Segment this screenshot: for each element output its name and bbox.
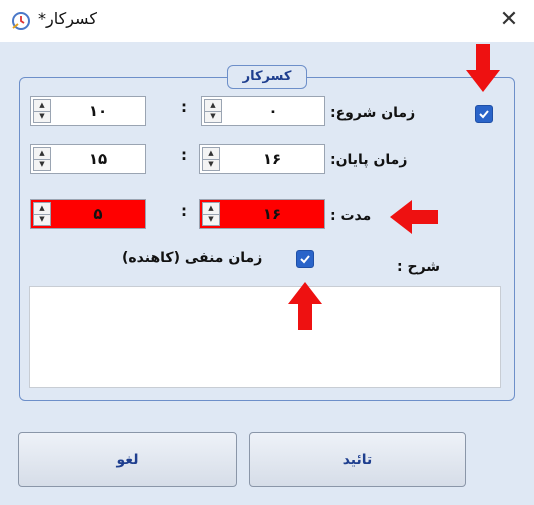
negative-time-checkbox[interactable] <box>296 250 314 268</box>
start-time-checkbox[interactable] <box>475 105 493 123</box>
start-hour-spinner[interactable]: ▲ ▼ ۰ <box>201 96 325 126</box>
title-bar: کسرکار* ✕ <box>0 0 534 42</box>
end-hour-spinner[interactable]: ▲ ▼ ۱۶ <box>199 144 325 174</box>
start-minute-value[interactable]: ۱۰ <box>55 97 141 125</box>
cancel-button[interactable]: لغو <box>18 432 237 487</box>
group-caption: کسرکار <box>227 65 307 89</box>
spin-down-icon[interactable]: ▼ <box>34 159 50 170</box>
start-time-label: زمان شروع: <box>330 105 416 121</box>
duration-hour-spinner[interactable]: ▲ ▼ ۱۶ <box>199 199 325 229</box>
duration-label: مدت : <box>330 208 372 224</box>
confirm-button[interactable]: تائید <box>249 432 466 487</box>
check-icon <box>479 110 489 119</box>
time-separator: : <box>181 146 187 164</box>
up-arrow-annotation-icon <box>288 282 322 330</box>
spin-down-icon[interactable]: ▼ <box>205 111 221 122</box>
down-arrow-annotation-icon <box>466 44 500 92</box>
duration-hour-value[interactable]: ۱۶ <box>224 200 320 228</box>
spinner-buttons: ▲ ▼ <box>33 147 51 171</box>
spin-down-icon[interactable]: ▼ <box>203 214 219 225</box>
negative-time-label: زمان منفی (کاهنده) <box>122 250 263 266</box>
time-separator: : <box>181 98 187 116</box>
end-time-label: زمان پایان: <box>330 152 408 168</box>
check-icon <box>300 255 310 264</box>
duration-minute-value[interactable]: ۵ <box>55 200 141 228</box>
start-hour-value[interactable]: ۰ <box>226 97 320 125</box>
spinner-buttons: ▲ ▼ <box>204 99 222 123</box>
clock-app-icon <box>12 12 30 30</box>
close-icon[interactable]: ✕ <box>496 6 522 34</box>
spin-down-icon[interactable]: ▼ <box>34 111 50 122</box>
end-minute-spinner[interactable]: ▲ ▼ ۱۵ <box>30 144 146 174</box>
left-arrow-annotation-icon <box>390 200 438 234</box>
spin-down-icon[interactable]: ▼ <box>34 214 50 225</box>
window-title: کسرکار* <box>38 9 97 28</box>
spinner-buttons: ▲ ▼ <box>33 202 51 226</box>
spinner-buttons: ▲ ▼ <box>33 99 51 123</box>
spin-down-icon[interactable]: ▼ <box>203 159 219 170</box>
start-minute-spinner[interactable]: ▲ ▼ ۱۰ <box>30 96 146 126</box>
duration-minute-spinner[interactable]: ▲ ▼ ۵ <box>30 199 146 229</box>
time-separator: : <box>181 202 187 220</box>
spinner-buttons: ▲ ▼ <box>202 147 220 171</box>
description-label: شرح : <box>397 259 441 275</box>
spinner-buttons: ▲ ▼ <box>202 202 220 226</box>
end-minute-value[interactable]: ۱۵ <box>55 145 141 173</box>
end-hour-value[interactable]: ۱۶ <box>224 145 320 173</box>
description-textarea[interactable] <box>29 286 501 388</box>
